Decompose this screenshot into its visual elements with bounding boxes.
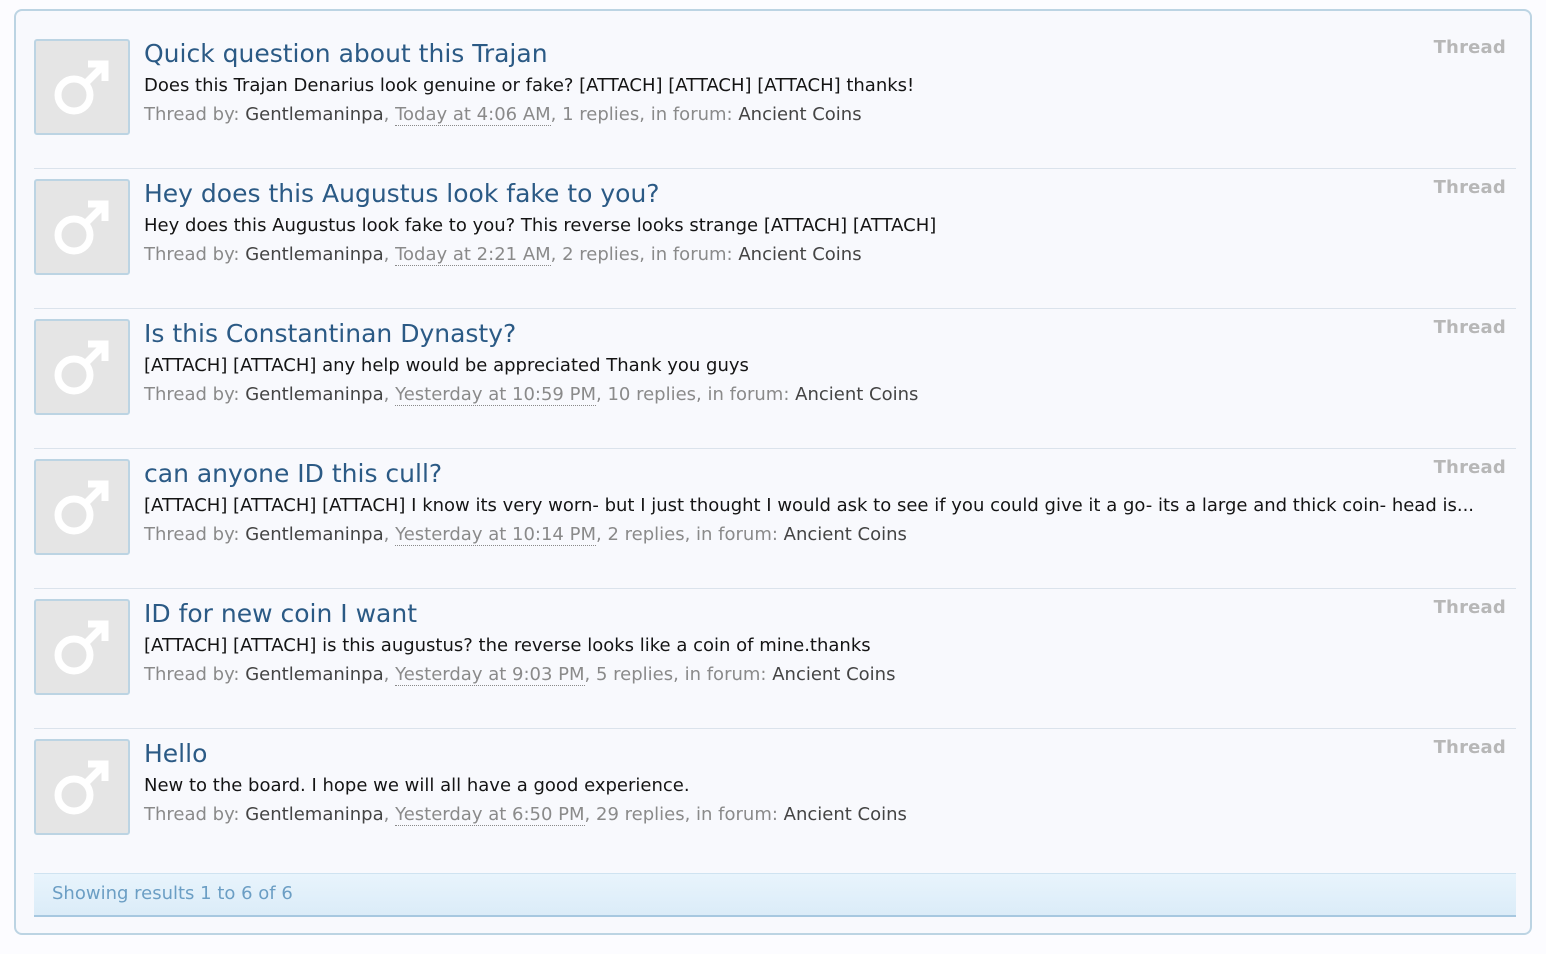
avatar[interactable] xyxy=(34,739,130,835)
thread-snippet: [ATTACH] [ATTACH] is this augustus? the … xyxy=(144,635,871,656)
result-content: can anyone ID this cull? [ATTACH] [ATTAC… xyxy=(144,457,1516,549)
author-link[interactable]: Gentlemaninpa xyxy=(245,524,383,545)
forum-label: in forum: xyxy=(650,244,733,265)
post-time: Yesterday at 6:50 PM xyxy=(395,804,585,826)
content-type-label: Thread xyxy=(1433,177,1506,198)
thread-meta: Thread by: Gentlemaninpa, Today at 2:21 … xyxy=(144,244,862,266)
avatar[interactable] xyxy=(34,39,130,135)
thread-meta: Thread by: Gentlemaninpa, Yesterday at 1… xyxy=(144,384,919,406)
thread-title-link[interactable]: Is this Constantinan Dynasty? xyxy=(144,317,516,351)
avatar[interactable] xyxy=(34,319,130,415)
content-type-label: Thread xyxy=(1433,597,1506,618)
thread-meta: Thread by: Gentlemaninpa, Yesterday at 6… xyxy=(144,804,907,826)
list-item: Is this Constantinan Dynasty? [ATTACH] [… xyxy=(34,309,1516,449)
author-link[interactable]: Gentlemaninpa xyxy=(245,244,383,265)
avatar[interactable] xyxy=(34,459,130,555)
thread-title-link[interactable]: Quick question about this Trajan xyxy=(144,37,548,71)
results-summary: Showing results 1 to 6 of 6 xyxy=(52,883,293,904)
reply-count: 2 replies xyxy=(562,244,640,265)
thread-title-link[interactable]: can anyone ID this cull? xyxy=(144,457,442,491)
list-item: ID for new coin I want [ATTACH] [ATTACH]… xyxy=(34,589,1516,729)
forum-label: in forum: xyxy=(707,384,790,405)
thread-title-link[interactable]: Hello xyxy=(144,737,207,771)
forum-label: in forum: xyxy=(650,104,733,125)
male-symbol-icon xyxy=(54,340,109,395)
list-item: Hello New to the board. I hope we will a… xyxy=(34,729,1516,869)
reply-count: 2 replies xyxy=(607,524,685,545)
thread-by-label: Thread by: xyxy=(144,524,240,545)
thread-meta: Thread by: Gentlemaninpa, Yesterday at 9… xyxy=(144,664,896,686)
list-item: Quick question about this Trajan Does th… xyxy=(34,29,1516,169)
forum-link[interactable]: Ancient Coins xyxy=(784,524,907,545)
thread-by-label: Thread by: xyxy=(144,804,240,825)
thread-title-link[interactable]: Hey does this Augustus look fake to you? xyxy=(144,177,660,211)
male-symbol-icon xyxy=(54,620,109,675)
post-time: Yesterday at 10:14 PM xyxy=(395,524,596,546)
avatar[interactable] xyxy=(34,599,130,695)
author-link[interactable]: Gentlemaninpa xyxy=(245,384,383,405)
avatar[interactable] xyxy=(34,179,130,275)
result-content: Is this Constantinan Dynasty? [ATTACH] [… xyxy=(144,317,1516,409)
result-content: ID for new coin I want [ATTACH] [ATTACH]… xyxy=(144,597,1516,689)
thread-meta: Thread by: Gentlemaninpa, Today at 4:06 … xyxy=(144,104,862,126)
thread-snippet: Does this Trajan Denarius look genuine o… xyxy=(144,75,915,96)
thread-snippet: New to the board. I hope we will all hav… xyxy=(144,775,690,796)
thread-meta: Thread by: Gentlemaninpa, Yesterday at 1… xyxy=(144,524,907,546)
male-symbol-icon xyxy=(54,60,109,115)
post-time: Yesterday at 9:03 PM xyxy=(395,664,585,686)
content-type-label: Thread xyxy=(1433,37,1506,58)
list-item: can anyone ID this cull? [ATTACH] [ATTAC… xyxy=(34,449,1516,589)
thread-by-label: Thread by: xyxy=(144,104,240,125)
forum-link[interactable]: Ancient Coins xyxy=(772,664,895,685)
thread-by-label: Thread by: xyxy=(144,664,240,685)
thread-by-label: Thread by: xyxy=(144,244,240,265)
results-footer: Showing results 1 to 6 of 6 xyxy=(34,873,1516,917)
author-link[interactable]: Gentlemaninpa xyxy=(245,664,383,685)
thread-snippet: Hey does this Augustus look fake to you?… xyxy=(144,215,937,236)
author-link[interactable]: Gentlemaninpa xyxy=(245,804,383,825)
result-content: Hey does this Augustus look fake to you?… xyxy=(144,177,1516,269)
post-time: Yesterday at 10:59 PM xyxy=(395,384,596,406)
thread-by-label: Thread by: xyxy=(144,384,240,405)
result-content: Hello New to the board. I hope we will a… xyxy=(144,737,1516,829)
forum-link[interactable]: Ancient Coins xyxy=(795,384,918,405)
forum-label: in forum: xyxy=(696,804,778,825)
forum-link[interactable]: Ancient Coins xyxy=(784,804,907,825)
forum-link[interactable]: Ancient Coins xyxy=(738,244,861,265)
forum-label: in forum: xyxy=(696,524,778,545)
content-type-label: Thread xyxy=(1433,317,1506,338)
thread-snippet: [ATTACH] [ATTACH] [ATTACH] I know its ve… xyxy=(144,495,1475,516)
male-symbol-icon xyxy=(54,200,109,255)
reply-count: 5 replies xyxy=(596,664,674,685)
post-time: Today at 2:21 AM xyxy=(395,244,551,266)
content-type-label: Thread xyxy=(1433,737,1506,758)
list-item: Hey does this Augustus look fake to you?… xyxy=(34,169,1516,309)
reply-count: 29 replies xyxy=(596,804,685,825)
thread-snippet: [ATTACH] [ATTACH] any help would be appr… xyxy=(144,355,749,376)
author-link[interactable]: Gentlemaninpa xyxy=(245,104,383,125)
post-time: Today at 4:06 AM xyxy=(395,104,551,126)
results-list: Quick question about this Trajan Does th… xyxy=(34,29,1516,869)
content-type-label: Thread xyxy=(1433,457,1506,478)
reply-count: 10 replies xyxy=(607,384,697,405)
male-symbol-icon xyxy=(54,760,109,815)
forum-label: in forum: xyxy=(684,664,767,685)
thread-title-link[interactable]: ID for new coin I want xyxy=(144,597,417,631)
male-symbol-icon xyxy=(54,480,109,535)
forum-link[interactable]: Ancient Coins xyxy=(738,104,861,125)
reply-count: 1 replies xyxy=(562,104,640,125)
result-content: Quick question about this Trajan Does th… xyxy=(144,37,1516,129)
search-results-panel: Quick question about this Trajan Does th… xyxy=(14,9,1532,935)
